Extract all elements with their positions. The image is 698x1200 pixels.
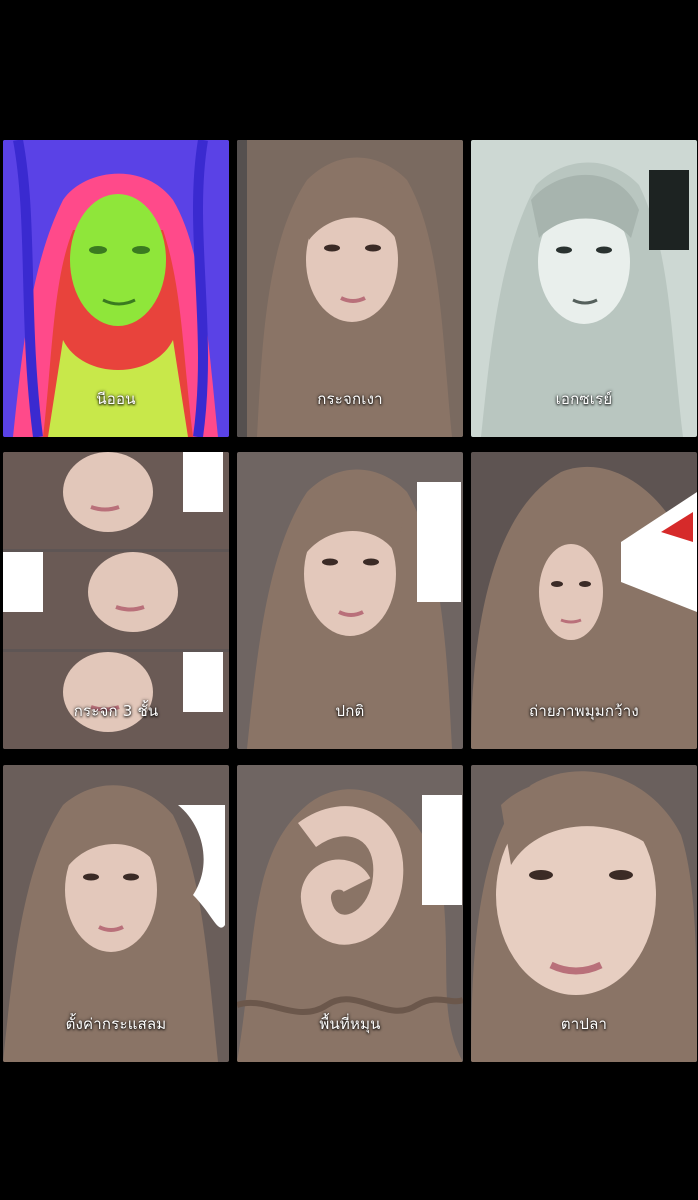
filter-label: ตาปลา: [560, 1015, 608, 1033]
filter-label: พื้นที่หมุน: [319, 1015, 381, 1033]
filter-label: เอกซเรย์: [555, 390, 613, 408]
filter-label: ถ่ายภาพมุมกว้าง: [529, 702, 639, 720]
filter-tile-wide-angle[interactable]: ถ่ายภาพมุมกว้าง: [471, 452, 697, 749]
filter-label: นีออน: [96, 390, 136, 408]
filter-tile-swirl[interactable]: พื้นที่หมุน: [237, 765, 463, 1062]
filter-grid: นีออน กระจกเงา เอกซเรย์ กระจก 3 ชั้น ปกต…: [0, 140, 698, 1063]
filter-tile-fisheye[interactable]: ตาปลา: [471, 765, 697, 1062]
filter-tile-normal[interactable]: ปกติ: [237, 452, 463, 749]
filter-tile-xray[interactable]: เอกซเรย์: [471, 140, 697, 437]
filter-label: ตั้งค่ากระแสลม: [65, 1015, 167, 1033]
filter-label: กระจก 3 ชั้น: [73, 702, 159, 720]
filter-label: กระจกเงา: [317, 390, 383, 408]
filter-tile-current[interactable]: ตั้งค่ากระแสลม: [3, 765, 229, 1062]
filter-tile-neon[interactable]: นีออน: [3, 140, 229, 437]
filter-tile-mirror[interactable]: กระจกเงา: [237, 140, 463, 437]
filter-label: ปกติ: [335, 702, 365, 720]
filter-tile-triple-mirror[interactable]: กระจก 3 ชั้น: [3, 452, 229, 749]
